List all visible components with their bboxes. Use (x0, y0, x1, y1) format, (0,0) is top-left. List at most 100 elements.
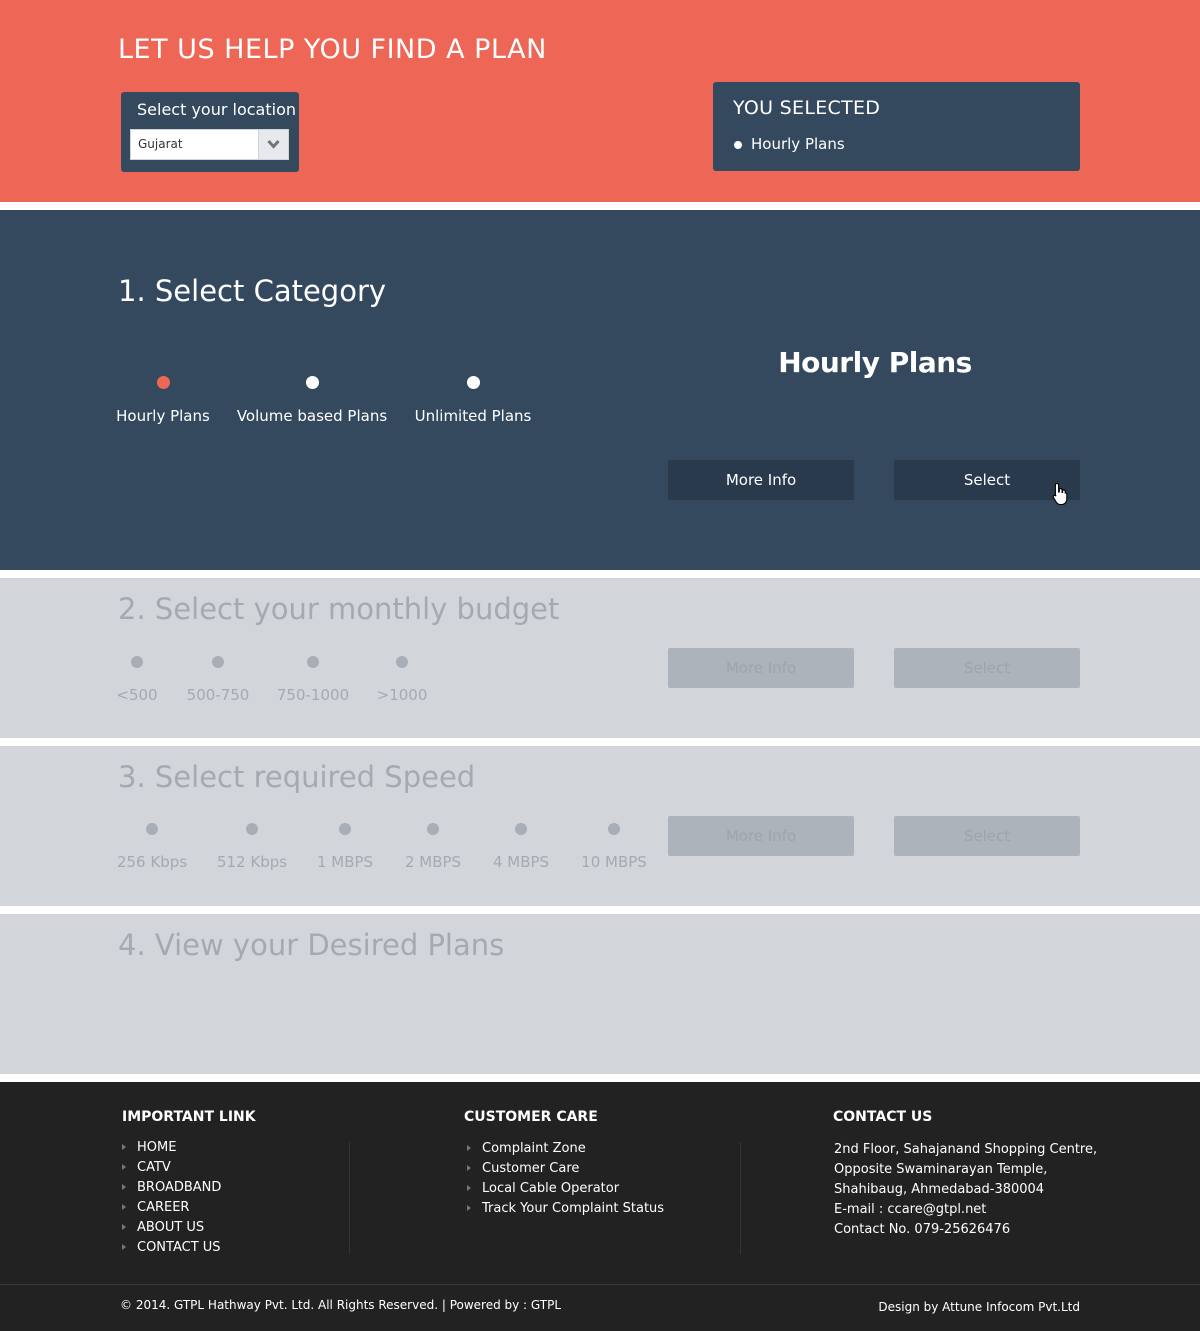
speed-option[interactable]: 10 MBPS (574, 823, 654, 871)
location-dropdown-button[interactable] (258, 130, 288, 159)
bullet-icon (734, 141, 742, 149)
more-info-button[interactable]: More Info (668, 460, 854, 500)
location-select[interactable]: Gujarat (130, 129, 289, 160)
more-info-button[interactable]: More Info (668, 816, 854, 856)
footer-link-customer-care[interactable]: Customer Care (467, 1159, 664, 1179)
category-option-hourly[interactable]: Hourly Plans (113, 376, 213, 425)
contact-heading: CONTACT US (833, 1109, 933, 1125)
chevron-down-icon (267, 139, 280, 149)
speed-option[interactable]: 2 MBPS (398, 823, 468, 871)
footer-link-label: Complaint Zone (482, 1141, 586, 1156)
triangle-right-icon (122, 1164, 126, 1170)
page: LET US HELP YOU FIND A PLAN Select your … (0, 0, 1200, 1331)
page-title: LET US HELP YOU FIND A PLAN (118, 34, 547, 65)
footer-link-label: CAREER (137, 1200, 190, 1215)
hero-section: LET US HELP YOU FIND A PLAN Select your … (0, 0, 1200, 202)
radio-icon (146, 823, 158, 835)
footer-link-label: ABOUT US (137, 1220, 205, 1235)
location-label: Select your location (137, 100, 296, 119)
footer-link-complaint-zone[interactable]: Complaint Zone (467, 1139, 664, 1159)
speed-option[interactable]: 4 MBPS (486, 823, 556, 871)
radio-icon (131, 656, 143, 668)
triangle-right-icon (122, 1144, 126, 1150)
triangle-right-icon (122, 1184, 126, 1190)
footer-link-label: BROADBAND (137, 1180, 222, 1195)
plans-title: 4. View your Desired Plans (118, 928, 505, 962)
category-option-label: Hourly Plans (116, 407, 210, 425)
select-button[interactable]: Select (894, 816, 1080, 856)
footer-link-label: CONTACT US (137, 1240, 221, 1255)
footer-link-catv[interactable]: CATV (122, 1158, 221, 1178)
contact-phone: Contact No. 079-25626476 (834, 1222, 1011, 1237)
triangle-right-icon (122, 1204, 126, 1210)
radio-icon (466, 376, 480, 389)
speed-title: 3. Select required Speed (118, 760, 476, 794)
footer-link-about-us[interactable]: ABOUT US (122, 1218, 221, 1238)
footer-link-contact-us[interactable]: CONTACT US (122, 1238, 221, 1258)
category-option-label: Volume based Plans (236, 407, 388, 425)
budget-option-label: >1000 (376, 686, 428, 704)
radio-icon (515, 823, 527, 835)
category-option-volume[interactable]: Volume based Plans (232, 376, 392, 425)
footer: IMPORTANT LINK HOME CATV BROADBAND CAREE… (0, 1082, 1200, 1331)
footer-divider (349, 1142, 350, 1254)
speed-option[interactable]: 1 MBPS (310, 823, 380, 871)
radio-icon (305, 376, 319, 389)
contact-line: 2nd Floor, Sahajanand Shopping Centre, (834, 1142, 1098, 1157)
radio-icon (427, 823, 439, 835)
speed-option-label: 256 Kbps (116, 853, 188, 871)
budget-option[interactable]: 500-750 (182, 656, 254, 704)
budget-title: 2. Select your monthly budget (118, 592, 560, 626)
speed-option-label: 2 MBPS (404, 853, 462, 871)
footer-link-label: Local Cable Operator (482, 1181, 620, 1196)
radio-icon (608, 823, 620, 835)
radio-icon (307, 656, 319, 668)
footer-link-local-cable-operator[interactable]: Local Cable Operator (467, 1179, 664, 1199)
footer-link-label: Customer Care (482, 1161, 580, 1176)
budget-option-label: <500 (116, 686, 158, 704)
selected-item: Hourly Plans (751, 135, 845, 153)
footer-link-broadband[interactable]: BROADBAND (122, 1178, 221, 1198)
category-option-unlimited[interactable]: Unlimited Plans (408, 376, 538, 425)
budget-option-label: 500-750 (186, 686, 250, 704)
triangle-right-icon (122, 1224, 126, 1230)
triangle-right-icon (467, 1145, 471, 1151)
footer-link-home[interactable]: HOME (122, 1138, 221, 1158)
speed-option-label: 512 Kbps (216, 853, 288, 871)
speed-option[interactable]: 256 Kbps (112, 823, 192, 871)
triangle-right-icon (467, 1165, 471, 1171)
budget-option[interactable]: 750-1000 (272, 656, 354, 704)
footer-divider (740, 1142, 741, 1254)
more-info-button[interactable]: More Info (668, 648, 854, 688)
footer-link-label: Track Your Complaint Status (482, 1201, 665, 1216)
footer-link-label: HOME (137, 1140, 177, 1155)
selection-summary: YOU SELECTED Hourly Plans (713, 82, 1080, 171)
category-section: 1. Select Category Hourly Plans Volume b… (0, 210, 1200, 570)
copyright-text: © 2014. GTPL Hathway Pvt. Ltd. All Right… (120, 1298, 562, 1312)
customer-care-list: Complaint Zone Customer Care Local Cable… (467, 1139, 664, 1219)
select-button[interactable]: Select (894, 648, 1080, 688)
customer-care-heading: CUSTOMER CARE (464, 1109, 598, 1125)
contact-email: E-mail : ccare@gtpl.net (834, 1202, 987, 1217)
speed-option[interactable]: 512 Kbps (212, 823, 292, 871)
budget-section: 2. Select your monthly budget <500 500-7… (0, 578, 1200, 738)
radio-icon (212, 656, 224, 668)
footer-link-track-complaint[interactable]: Track Your Complaint Status (467, 1199, 664, 1219)
triangle-right-icon (467, 1185, 471, 1191)
important-links-heading: IMPORTANT LINK (122, 1109, 256, 1125)
budget-option[interactable]: <500 (112, 656, 162, 704)
radio-icon (246, 823, 258, 835)
budget-option-label: 750-1000 (276, 686, 350, 704)
plans-section: 4. View your Desired Plans (0, 914, 1200, 1074)
speed-section: 3. Select required Speed 256 Kbps 512 Kb… (0, 746, 1200, 906)
location-select-value: Gujarat (138, 137, 183, 151)
budget-option[interactable]: >1000 (372, 656, 432, 704)
radio-icon (156, 376, 170, 389)
location-panel: Select your location Gujarat (121, 92, 299, 172)
footer-link-career[interactable]: CAREER (122, 1198, 221, 1218)
hand-cursor-icon (1052, 482, 1068, 506)
current-category-label: Hourly Plans (778, 346, 972, 379)
speed-option-label: 4 MBPS (492, 853, 550, 871)
contact-address: 2nd Floor, Sahajanand Shopping Centre, O… (834, 1140, 1097, 1240)
category-option-label: Unlimited Plans (414, 407, 532, 425)
